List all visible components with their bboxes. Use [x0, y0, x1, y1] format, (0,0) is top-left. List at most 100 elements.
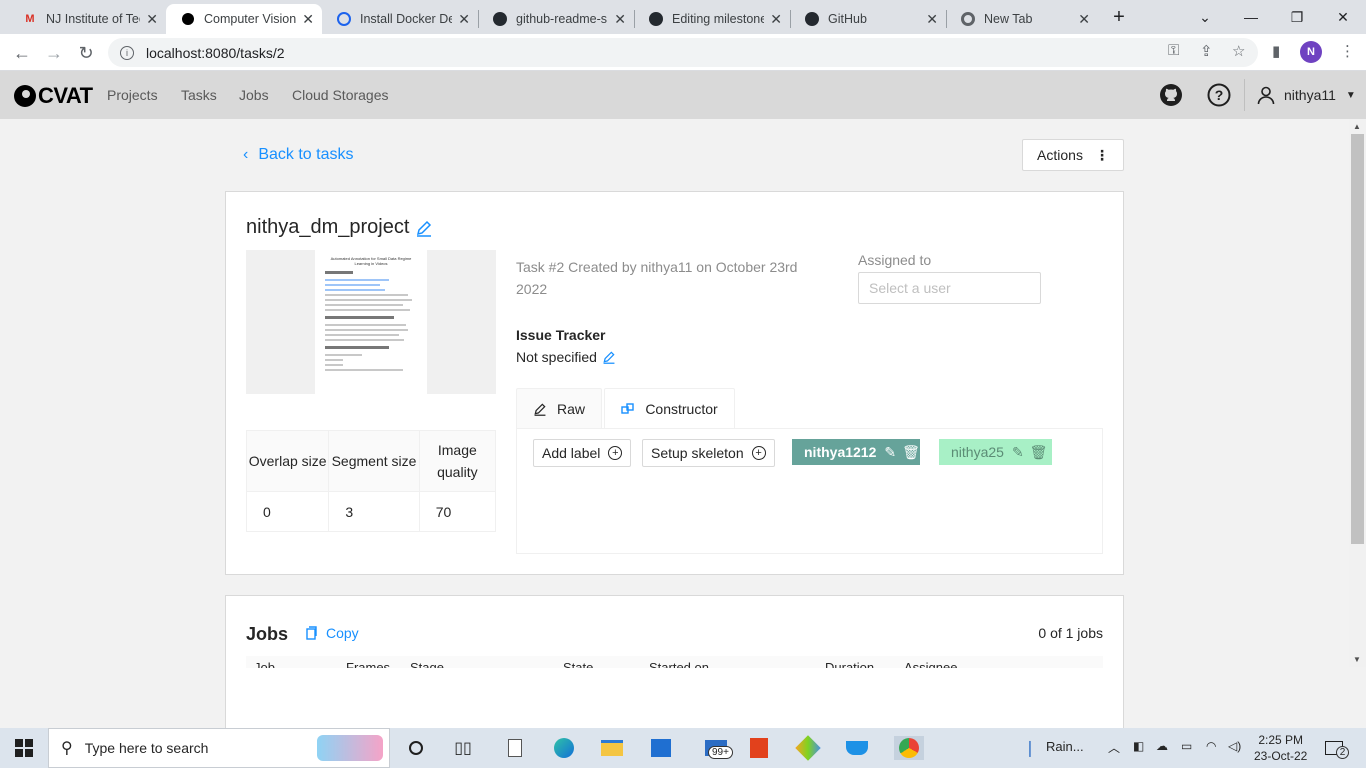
- task-name-text[interactable]: nithya_dm_project: [246, 216, 409, 239]
- system-clock[interactable]: 2:25 PM 23-Oct-22: [1254, 732, 1307, 764]
- weather-rain-icon[interactable]: ❘: [1018, 736, 1042, 760]
- col-started-on[interactable]: Started on: [649, 660, 709, 668]
- browser-tab-editing-milestone[interactable]: Editing milestone ✕: [634, 4, 790, 34]
- cvat-logo[interactable]: CVAT: [14, 83, 93, 109]
- col-stage[interactable]: Stage: [410, 660, 444, 668]
- col-assignee[interactable]: Assignee: [904, 660, 957, 668]
- edge-icon[interactable]: [552, 736, 576, 760]
- nav-projects[interactable]: Projects: [107, 87, 158, 103]
- scroll-down-icon[interactable]: ▼: [1353, 655, 1361, 664]
- tab-constructor[interactable]: Constructor: [604, 388, 735, 428]
- tray-chevron-up-icon[interactable]: ︿: [1108, 739, 1120, 756]
- col-frames[interactable]: Frames: [346, 660, 390, 668]
- assignee-select[interactable]: Select a user: [858, 272, 1041, 304]
- share-icon[interactable]: ⇪: [1200, 42, 1213, 60]
- menu-kebab-icon[interactable]: ⋮: [1340, 42, 1355, 60]
- tray-app-icon[interactable]: ◧: [1133, 739, 1144, 753]
- notifications-icon[interactable]: 2: [1322, 736, 1349, 760]
- onedrive-icon[interactable]: ☁: [1156, 739, 1168, 753]
- copy-jobs-button[interactable]: Copy: [304, 625, 359, 641]
- close-window-icon[interactable]: ✕: [1320, 0, 1366, 34]
- svg-text:?: ?: [1215, 87, 1224, 103]
- browser-tab-gmail[interactable]: M NJ Institute of Tec ✕: [8, 4, 166, 34]
- taskbar-search[interactable]: ⚲ Type here to search: [48, 728, 390, 768]
- key-icon[interactable]: ⚿: [1168, 42, 1179, 59]
- mail-icon[interactable]: 99+: [698, 736, 734, 760]
- close-tab-icon[interactable]: ✕: [770, 11, 782, 28]
- cortana-icon[interactable]: [404, 736, 428, 760]
- maximize-icon[interactable]: ❐: [1274, 0, 1320, 34]
- chrome-icon: [960, 11, 976, 27]
- nav-tasks[interactable]: Tasks: [181, 87, 217, 103]
- new-tab-icon[interactable]: +: [1096, 0, 1142, 34]
- label-item[interactable]: nithya1212 ✎ 🗑: [792, 439, 920, 465]
- url-text[interactable]: localhost:8080/tasks/2: [146, 45, 285, 61]
- actions-button[interactable]: Actions ⋮: [1022, 139, 1124, 171]
- setup-skeleton-button[interactable]: Setup skeleton +: [642, 439, 775, 467]
- close-tab-icon[interactable]: ✕: [926, 11, 938, 28]
- delete-trash-icon[interactable]: 🗑: [1030, 444, 1048, 461]
- image-quality-value: 70: [418, 491, 497, 532]
- close-tab-icon[interactable]: ✕: [302, 11, 314, 28]
- file-explorer-icon[interactable]: [600, 736, 624, 760]
- page-scrollbar[interactable]: ▲ ▼: [1349, 119, 1366, 667]
- forward-arrow-icon[interactable]: →: [41, 40, 67, 66]
- add-label-button[interactable]: Add label +: [533, 439, 632, 467]
- docker-icon: [336, 11, 352, 27]
- browser-tab-github-readme[interactable]: github-readme-s ✕: [478, 4, 634, 34]
- col-job[interactable]: Job: [254, 660, 275, 668]
- microsoft-store-icon[interactable]: [649, 736, 673, 760]
- weather-text[interactable]: Rain...: [1046, 739, 1084, 754]
- close-tab-icon[interactable]: ✕: [614, 11, 626, 28]
- help-icon[interactable]: ?: [1206, 82, 1232, 108]
- bookmark-star-icon[interactable]: ☆: [1232, 42, 1245, 60]
- sidepanel-icon[interactable]: ▮: [1272, 42, 1280, 60]
- battery-icon[interactable]: ▭: [1181, 739, 1192, 753]
- close-tab-icon[interactable]: ✕: [1078, 11, 1090, 28]
- nav-cloud-storages[interactable]: Cloud Storages: [292, 87, 389, 103]
- windows-start-icon[interactable]: [12, 736, 36, 760]
- wifi-icon[interactable]: ◠: [1206, 739, 1216, 753]
- close-tab-icon[interactable]: ✕: [146, 11, 158, 28]
- docker-desktop-icon[interactable]: [845, 736, 869, 760]
- chrome-taskbar-icon[interactable]: [894, 736, 924, 760]
- header-divider: [1244, 79, 1245, 111]
- office-icon[interactable]: [747, 736, 771, 760]
- browser-tab-cvat[interactable]: Computer Vision ✕: [166, 4, 322, 34]
- browser-tab-new-tab[interactable]: New Tab ✕: [946, 4, 1098, 34]
- browser-tab-docker[interactable]: Install Docker De ✕: [322, 4, 478, 34]
- edit-pencil-icon[interactable]: ✎: [1012, 444, 1024, 461]
- overlap-size-header: Overlap size: [245, 430, 330, 492]
- scrollbar-thumb[interactable]: [1351, 134, 1364, 544]
- volume-icon[interactable]: ◁): [1228, 739, 1241, 753]
- label-item[interactable]: nithya25 ✎ 🗑: [939, 439, 1052, 465]
- edit-pencil-icon[interactable]: [602, 350, 616, 364]
- github-icon[interactable]: [1158, 82, 1184, 108]
- nav-jobs[interactable]: Jobs: [239, 87, 269, 103]
- close-tab-icon[interactable]: ✕: [458, 11, 470, 28]
- col-duration[interactable]: Duration: [825, 660, 874, 668]
- plus-circle-icon: +: [608, 446, 623, 460]
- tab-search-icon[interactable]: ⌄: [1182, 0, 1228, 34]
- back-arrow-icon[interactable]: ←: [9, 40, 35, 66]
- scroll-up-icon[interactable]: ▲: [1353, 122, 1361, 131]
- segment-size-value: 3: [328, 491, 420, 532]
- tab-raw[interactable]: Raw: [516, 388, 602, 428]
- col-state[interactable]: State: [563, 660, 593, 668]
- reload-icon[interactable]: ↻: [73, 40, 99, 66]
- profile-avatar[interactable]: N: [1300, 41, 1322, 63]
- task-view-icon[interactable]: ▯▯: [451, 736, 475, 760]
- edit-pencil-icon[interactable]: ✎: [884, 444, 896, 461]
- edit-pencil-icon[interactable]: [415, 219, 433, 237]
- browser-tab-github[interactable]: GitHub ✕: [790, 4, 946, 34]
- username: nithya11: [1284, 87, 1336, 103]
- info-icon[interactable]: i: [120, 45, 134, 60]
- back-to-tasks-link[interactable]: ‹ Back to tasks: [243, 146, 353, 164]
- user-menu[interactable]: nithya11 ▼: [1256, 85, 1356, 105]
- search-icon: ⚲: [61, 740, 73, 757]
- delete-trash-icon[interactable]: 🗑: [902, 444, 920, 461]
- omnibox[interactable]: i localhost:8080/tasks/2: [108, 38, 1258, 67]
- file-icon[interactable]: [503, 736, 527, 760]
- app-icon[interactable]: [795, 735, 821, 761]
- minimize-icon[interactable]: —: [1228, 0, 1274, 34]
